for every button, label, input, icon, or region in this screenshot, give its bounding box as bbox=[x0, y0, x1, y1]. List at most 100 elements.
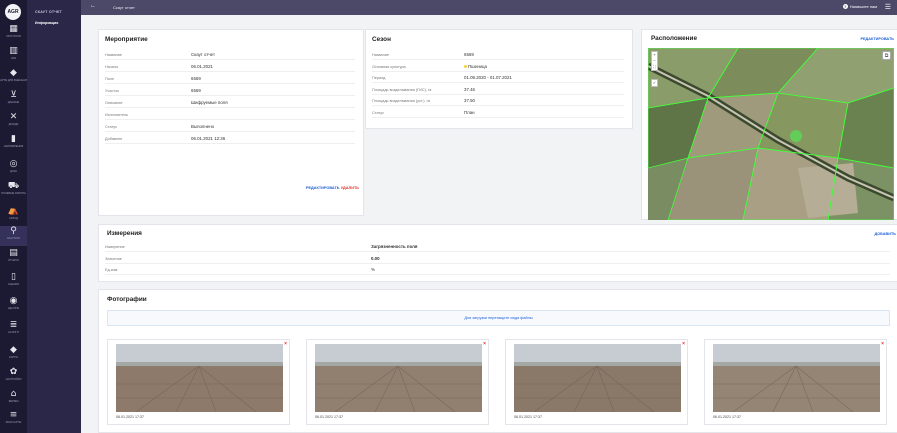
app-logo[interactable]: AGR bbox=[5, 4, 21, 20]
rail-item[interactable]: ▮ НАПРАВЛЕНИЯ bbox=[0, 134, 27, 154]
delete-photo-icon[interactable]: × bbox=[682, 341, 685, 347]
rail-icon: ✿ bbox=[9, 367, 18, 377]
info-row: Участок 6569 bbox=[105, 86, 355, 96]
row-value: % bbox=[371, 267, 375, 272]
upload-hint: Для загрузки перетащите сюда файлы bbox=[464, 316, 533, 320]
photo-card[interactable]: × 06.01.2021 17:37 bbox=[306, 339, 489, 425]
info-row: Измерение Загрязненность поля bbox=[105, 242, 890, 252]
rail-label: НАЛОГИ bbox=[8, 331, 19, 334]
info-row: Добавлен 06.01.2021 12:36 bbox=[105, 134, 355, 144]
row-value: 6569 bbox=[464, 52, 474, 57]
edit-event-button[interactable]: РЕДАКТИРОВАТЬ bbox=[306, 186, 340, 190]
rail-item[interactable]: ◆ КАРТЫ ДЛЯ ВНЕСЕНИЯ bbox=[0, 68, 29, 88]
fullscreen-button[interactable]: ⛶ bbox=[653, 64, 656, 70]
row-label: Название bbox=[372, 53, 389, 57]
event-card: Мероприятие Название Скаут отчет Начало 0… bbox=[98, 29, 364, 216]
draw-controls: ✓ bbox=[651, 79, 658, 87]
menu-icon[interactable]: ☰ bbox=[885, 3, 891, 11]
season-title: Сезон bbox=[372, 36, 391, 43]
rail-icon: ◉ bbox=[9, 296, 18, 306]
rail-icon: ▯ bbox=[11, 272, 16, 282]
row-value: Шифруемые поля bbox=[191, 100, 228, 105]
field-map[interactable]: + − ⛶ ✓ ⧉ bbox=[648, 48, 894, 220]
photos-card: Фотографии Для загрузки перетащите сюда … bbox=[98, 289, 897, 433]
rail-icon: ≣ bbox=[9, 320, 18, 330]
row-value[interactable]: 0.00 bbox=[371, 256, 380, 261]
rail-icon: ⚲ bbox=[10, 226, 17, 236]
rail-item[interactable]: ✿ НАСТРОЙКИ bbox=[0, 367, 27, 387]
row-value: 06.01.2021 bbox=[191, 64, 213, 69]
rail-item[interactable]: ⌂ ФЕРМЫ bbox=[0, 389, 27, 409]
row-label: Статус bbox=[105, 125, 118, 129]
icon-rail: AGR ▦ МОИ ПОЛЯ ▥ АРЕ ◆ КАРТЫ ДЛЯ ВНЕСЕНИЯ ⊻… bbox=[0, 0, 29, 433]
rail-icon: ◎ bbox=[9, 159, 18, 169]
delete-event-button[interactable]: УДАЛИТЬ bbox=[341, 186, 359, 190]
rail-label: ДОЗА bbox=[9, 170, 18, 173]
rail-label: ЦЕНТРЫ bbox=[7, 307, 20, 310]
page-title: Скаут отчет bbox=[113, 5, 135, 10]
add-measurement-button[interactable]: ДОБАВИТЬ bbox=[874, 232, 896, 236]
rail-item[interactable]: ✕ ДОЖДИ bbox=[0, 112, 27, 132]
info-row: Основная культура Пшеница bbox=[372, 62, 624, 72]
photo-card[interactable]: × 06.01.2021 17:37 bbox=[107, 339, 290, 425]
help-button[interactable]: ? Напишите нам bbox=[842, 4, 877, 9]
layers-icon[interactable]: ⧉ bbox=[882, 51, 891, 60]
delete-photo-icon[interactable]: × bbox=[881, 341, 884, 347]
rail-item[interactable]: ≣ НАЛОГИ bbox=[0, 320, 27, 340]
rail-item[interactable]: ▥ АРЕ bbox=[0, 46, 27, 66]
row-value: Выполнено bbox=[191, 124, 215, 129]
rail-item[interactable]: ▦ МОИ ПОЛЯ bbox=[0, 24, 27, 44]
measurements-card: Измерения ДОБАВИТЬ Измерение Загрязненно… bbox=[98, 224, 897, 282]
rail-label: ПОЛЕВЫЕ РАБОТЫ bbox=[1, 192, 26, 195]
help-label: Напишите нам bbox=[849, 4, 877, 9]
rail-icon: ✕ bbox=[9, 112, 18, 122]
rail-item[interactable]: ▤ ОТЧЕТЫ bbox=[0, 248, 27, 268]
info-row: Площадь возделывания (уст.), га 37.50 bbox=[372, 96, 624, 106]
rail-item[interactable]: ◆ КАРТЫ bbox=[0, 345, 27, 365]
upload-dropzone[interactable]: Для загрузки перетащите сюда файлы bbox=[107, 310, 890, 326]
photo-card[interactable]: × 06.01.2021 17:37 bbox=[505, 339, 688, 425]
section-nav: СКАУТ ОТЧЕТ Информация bbox=[27, 0, 81, 433]
rail-item[interactable]: ⛟ ПОЛЕВЫЕ РАБОТЫ bbox=[0, 181, 27, 201]
rail-icon: ▥ bbox=[9, 46, 18, 56]
row-label: Площадь возделывания (ГИС), га bbox=[372, 87, 432, 92]
row-value: 6569 bbox=[191, 88, 201, 93]
back-arrow-icon[interactable]: ← bbox=[90, 3, 96, 9]
info-row: Статус Выполнено bbox=[105, 122, 355, 132]
nav-item-info[interactable]: Информация bbox=[35, 21, 58, 25]
rail-icon: ▦ bbox=[9, 24, 18, 34]
info-row: Поле 6569 bbox=[105, 74, 355, 84]
rail-label: НАСТРОЙКИ bbox=[5, 378, 22, 381]
rail-item[interactable]: ⊻ ДАННЫЕ bbox=[0, 90, 27, 110]
delete-photo-icon[interactable]: × bbox=[483, 341, 486, 347]
rail-label: ОТЧЕТЫ bbox=[8, 259, 19, 262]
rail-item[interactable]: ◉ ЦЕНТРЫ bbox=[0, 296, 27, 316]
row-value: Скаут отчет bbox=[191, 52, 215, 57]
rail-item[interactable]: ▯ ОЦЕНКИ bbox=[0, 272, 27, 292]
rail-icon: ▮ bbox=[11, 134, 16, 144]
row-label: Описание bbox=[105, 101, 123, 105]
check-icon[interactable]: ✓ bbox=[653, 80, 656, 86]
photo-thumbnail bbox=[315, 344, 482, 412]
delete-photo-icon[interactable]: × bbox=[284, 341, 287, 347]
rail-label: СКАУТИНГ bbox=[6, 237, 21, 240]
rail-item[interactable]: ◎ ДОЗА bbox=[0, 159, 27, 179]
photo-card[interactable]: × 06.01.2021 17:37 bbox=[704, 339, 887, 425]
rail-item[interactable]: ⚲ СКАУТИНГ bbox=[0, 226, 27, 246]
section-title: СКАУТ ОТЧЕТ bbox=[35, 10, 62, 14]
rail-item[interactable]: ≡ МОИ КАРТЫ bbox=[0, 410, 27, 430]
info-row: Исполнитель bbox=[105, 110, 355, 120]
crop-color-icon bbox=[464, 64, 467, 68]
row-value[interactable]: Загрязненность поля bbox=[371, 244, 418, 249]
row-value: Пшеница bbox=[464, 64, 487, 69]
info-row: Период 01.09.2020 - 01.07.2021 bbox=[372, 73, 624, 83]
row-label: Ед.изм. bbox=[105, 268, 119, 272]
row-label: Исполнитель bbox=[105, 113, 129, 117]
rail-icon: ◆ bbox=[10, 345, 17, 355]
row-value: План bbox=[464, 109, 475, 115]
row-label: Значение bbox=[105, 256, 122, 261]
rail-item[interactable]: ⛺ СКЛАД bbox=[0, 206, 27, 226]
row-label: Площадь возделывания (уст.), га bbox=[372, 99, 431, 103]
info-row: Название Скаут отчет bbox=[105, 50, 355, 60]
edit-location-button[interactable]: РЕДАКТИРОВАТЬ bbox=[860, 37, 894, 41]
